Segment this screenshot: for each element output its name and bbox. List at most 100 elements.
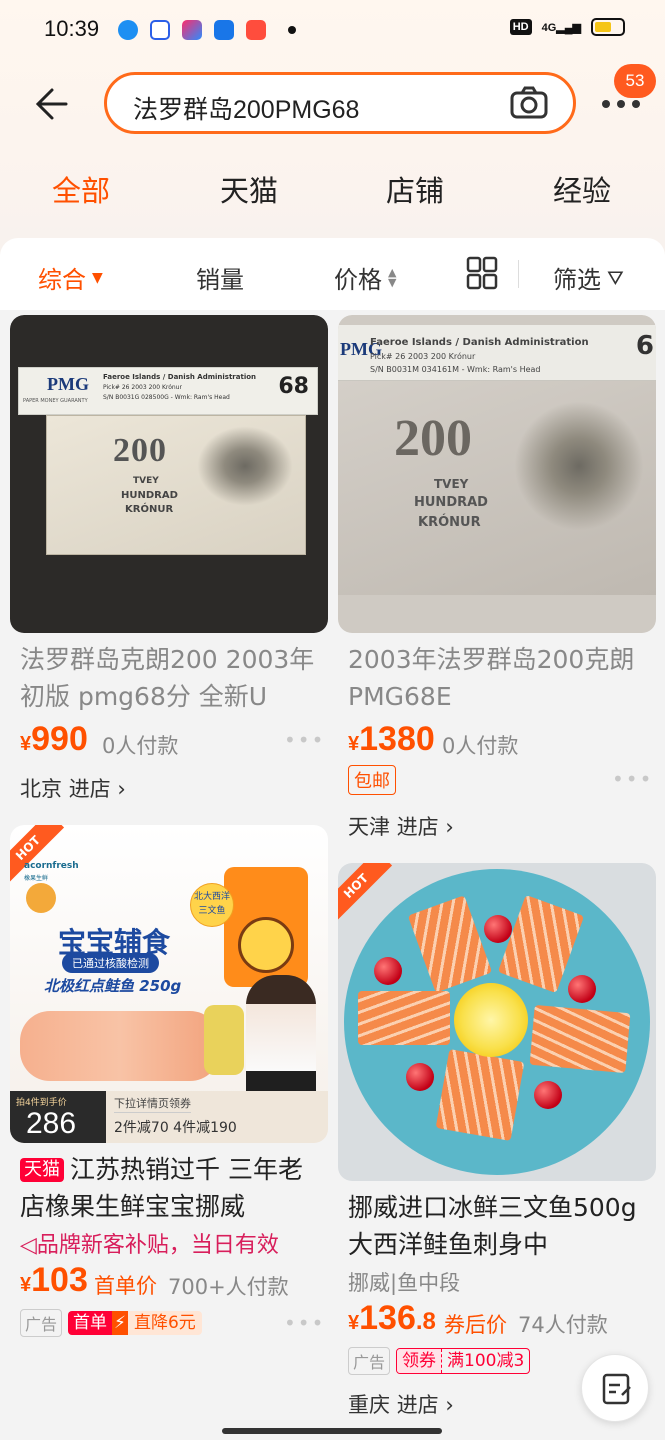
note-label: Faeroe Islands / Danish Administration — [103, 373, 257, 381]
first-order-label: 首单 — [68, 1311, 113, 1335]
sort-sales[interactable]: 销量 — [196, 260, 244, 295]
product-price-4: ¥136.8 — [348, 1299, 436, 1338]
grade: 68 — [278, 374, 309, 399]
network-signal-icon: 4G▂▄▆ — [541, 21, 581, 34]
hot-label: HOT — [340, 870, 372, 902]
status-time: 10:39 — [44, 16, 100, 41]
buyers-count-2: 0人付款 — [442, 734, 519, 758]
currency-symbol: ¥ — [348, 733, 360, 755]
banknote: 200 TVEY HUNDRAD KRÓNUR — [338, 381, 656, 595]
sort-comprehensive[interactable]: 综合 ▼ — [38, 260, 103, 295]
tab-all[interactable]: 全部 — [52, 168, 110, 210]
buyers-count-1: 0人付款 — [102, 734, 179, 758]
feedback-button[interactable] — [581, 1354, 649, 1422]
buyers-count-4: 74人付款 — [518, 1313, 608, 1337]
hot-label: HOT — [12, 832, 44, 864]
shop-location: 天津 — [348, 815, 390, 839]
sort-price[interactable]: 价格 ▲ ▼ — [334, 260, 396, 295]
product-price-2: ¥1380 — [348, 720, 435, 759]
filter-button[interactable]: 筛选 ⛛ — [553, 260, 624, 295]
ad-label: 广告 — [20, 1309, 63, 1337]
more-dots-icon[interactable]: ••• — [612, 767, 653, 791]
salmon-fillet — [20, 1011, 220, 1081]
price-value: 990 — [31, 720, 88, 758]
note-pick: Pick# 26 2003 200 Krónur — [370, 352, 476, 361]
edit-note-icon — [602, 1373, 631, 1405]
package-face — [238, 917, 294, 973]
sort-bar: 综合 ▼ 销量 价格 ▲ ▼ 筛选 ⛛ — [0, 238, 665, 310]
cherry — [568, 975, 596, 1003]
product-title-2[interactable]: 2003年法罗群岛200克朗PMG68E — [348, 641, 648, 715]
product-image-2[interactable]: PMG Faeroe Islands / Danish Administrati… — [338, 315, 656, 633]
enter-shop: 进店 — [396, 815, 439, 839]
brand-logo: acornfresh — [24, 861, 79, 871]
cherry — [484, 915, 512, 943]
product-subtitle-4: 挪威|鱼中段 — [348, 1271, 461, 1295]
product-image-4[interactable]: HOT — [338, 863, 656, 1181]
pmg-logo: PMG — [47, 374, 89, 394]
note-label: Faeroe Islands / Danish Administration — [370, 337, 589, 348]
divider — [518, 260, 519, 288]
shop-link-4[interactable]: 重庆 进店 › — [348, 1389, 454, 1419]
more-dots-icon[interactable]: ••• — [284, 1311, 325, 1335]
note-value: 200 — [394, 410, 472, 467]
product-title-3[interactable]: 天猫 江苏热销过千 三年老店橡果生鲜宝宝挪威 — [20, 1151, 320, 1225]
more-dots-icon[interactable]: ••• — [284, 728, 325, 752]
promo-tags: 广告 领券 满100减3 — [348, 1347, 531, 1375]
back-arrow-icon[interactable] — [30, 84, 70, 124]
moth-illustration — [514, 401, 644, 531]
network-type: 4G — [541, 21, 557, 34]
currency-symbol: ¥ — [348, 1312, 360, 1334]
tab-tmall[interactable]: 天猫 — [220, 168, 278, 210]
price-value: 103 — [31, 1261, 88, 1299]
chevron-right-icon: › — [445, 1393, 454, 1417]
note-serial: S/N B0031G 028500G - Wmk: Ram's Head — [103, 394, 230, 401]
lemon-slice — [454, 983, 528, 1057]
note-pick: Pick# 26 2003 200 Krónur — [103, 384, 182, 391]
test-badge: 已通过核酸检测 — [62, 953, 159, 973]
price-value: 1380 — [359, 720, 435, 758]
first-order-tag: 首单 ⚡ 直降6元 — [68, 1311, 202, 1335]
product-card-4[interactable]: HOT 挪威进口冰鲜三文鱼500g大西洋鲑鱼刺身中 挪威|鱼中段 ¥136.8 … — [338, 863, 656, 1423]
ad-label: 广告 — [348, 1347, 391, 1375]
grid-view-icon[interactable] — [466, 256, 498, 290]
camera-icon[interactable] — [509, 85, 549, 121]
product-price-3: ¥103 — [20, 1261, 88, 1300]
discount-label: 直降6元 — [127, 1311, 202, 1335]
price-decimal: .8 — [415, 1308, 436, 1335]
first-order-price-label: 首单价 — [94, 1274, 157, 1298]
after-coupon-label: 券后价 — [444, 1313, 507, 1337]
product-card-2[interactable]: PMG Faeroe Islands / Danish Administrati… — [338, 315, 656, 855]
lion-mascot-icon — [26, 883, 56, 913]
product-card-3[interactable]: HOT acornfresh 橡果生鲜 宝宝辅食 已通过核酸检测 北极红点鲑鱼 … — [10, 825, 328, 1345]
currency-symbol: ¥ — [20, 1274, 32, 1296]
chevron-right-icon: › — [117, 777, 126, 801]
home-indicator[interactable] — [222, 1428, 442, 1434]
sort-arrows-icon: ▲ ▼ — [388, 265, 397, 289]
product-title-1[interactable]: 法罗群岛克朗200 2003年 初版 pmg68分 全新U — [20, 641, 320, 715]
lightning-icon: ⚡ — [112, 1311, 128, 1335]
product-title-4[interactable]: 挪威进口冰鲜三文鱼500g大西洋鲑鱼刺身中 — [348, 1189, 648, 1263]
tab-shops[interactable]: 店铺 — [386, 168, 444, 210]
coupon-value: 满100减3 — [447, 1351, 525, 1371]
product-card-1[interactable]: PMG PAPER MONEY GUARANTY Faeroe Islands … — [10, 315, 328, 815]
product-image-1[interactable]: PMG PAPER MONEY GUARANTY Faeroe Islands … — [10, 315, 328, 633]
tab-experience[interactable]: 经验 — [553, 168, 611, 210]
pmg-subtitle: PAPER MONEY GUARANTY — [23, 398, 88, 404]
price-value: 136 — [359, 1299, 416, 1337]
bundle-offer: 2件减70 4件减190 — [114, 1120, 237, 1136]
note-serial: S/N B0031M 034161M - Wmk: Ram's Head — [370, 365, 541, 374]
note-word-2: HUNDRAD — [414, 495, 488, 510]
shop-link-1[interactable]: 北京 进店 › — [20, 773, 126, 803]
enter-shop: 进店 — [68, 777, 111, 801]
product-image-3[interactable]: HOT acornfresh 橡果生鲜 宝宝辅食 已通过核酸检测 北极红点鲑鱼 … — [10, 825, 328, 1143]
message-badge: 53 — [614, 64, 656, 98]
bundle-price-box: 拍4件到手价 286 — [10, 1091, 106, 1143]
search-box[interactable]: 法罗群岛200PMG68 — [104, 72, 576, 134]
currency-symbol: ¥ — [20, 733, 32, 755]
shop-link-2[interactable]: 天津 进店 › — [348, 811, 454, 841]
search-query[interactable]: 法罗群岛200PMG68 — [133, 90, 359, 126]
banknote: 200 TVEY HUNDRAD KRÓNUR — [46, 415, 306, 555]
enter-shop: 进店 — [396, 1393, 439, 1417]
hot-ribbon: HOT — [338, 863, 393, 923]
